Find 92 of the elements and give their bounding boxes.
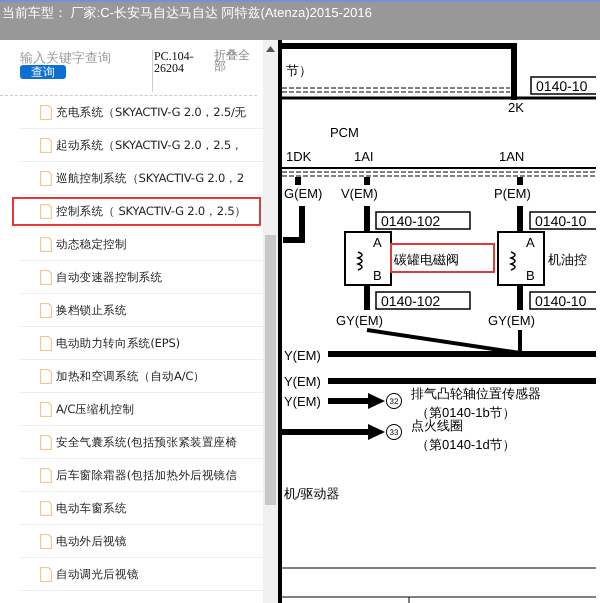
diagram-label: Y(EM)	[284, 348, 321, 363]
diagram-label: P(EM)	[494, 186, 531, 201]
solenoid-drawing	[344, 231, 392, 286]
tree-item-label: 换档锁止系统	[56, 302, 127, 318]
diagram-label: G(EM)	[284, 186, 322, 201]
diagram-label: 节）	[286, 63, 312, 78]
tree-item-label: 控制系统（ SKYACTIV-G 2.0，2.5）	[56, 204, 246, 218]
tree-item-label: 后车窗除霜器(包括加热外后视镜信	[56, 468, 238, 482]
diagram-label: GY(EM)	[488, 313, 535, 328]
document-icon	[40, 402, 52, 416]
wire	[283, 206, 305, 243]
tree-item[interactable]: 起动系统（SKYACTIV-G 2.0，2.5，	[20, 129, 263, 162]
arrow	[328, 393, 385, 409]
tree-item[interactable]: A/C压缩机控制	[20, 393, 263, 426]
tree-item[interactable]: 电动外后视镜	[20, 525, 263, 558]
document-code: PC.104-26204	[152, 50, 200, 92]
tree-item-label: 充电系统（SKYACTIV-G 2.0，2.5/无	[56, 104, 246, 120]
tree-item[interactable]: 巡航控制系统（SKYACTIV-G 2.0，2	[20, 162, 263, 195]
diagram-label: 1DK	[286, 149, 312, 164]
tree-item[interactable]: 控制系统（ SKYACTIV-G 2.0，2.5）	[10, 195, 263, 228]
connector-tag: 0140-102	[375, 291, 471, 310]
diagram-label: 排气凸轮轴位置传感器	[411, 386, 541, 401]
tree-item[interactable]: 换档锁止系统	[20, 294, 263, 327]
tree-item[interactable]: 充电系统（SKYACTIV-G 2.0，2.5/无	[20, 96, 263, 129]
diagram-label: A	[373, 235, 382, 250]
search-button[interactable]: 查询	[20, 65, 66, 79]
document-icon	[40, 236, 52, 252]
document-icon	[40, 302, 52, 318]
document-icon	[40, 534, 52, 548]
solenoid-drawing	[497, 231, 545, 286]
diagram-label: A	[526, 235, 535, 250]
connector-tag: 0140-10	[530, 76, 596, 95]
scrollbar-thumb[interactable]	[265, 235, 276, 505]
search-field[interactable]: 输入关键字查询	[20, 50, 145, 65]
window-title: 当前车型： 厂家:C-长安马自达马自达 阿特兹(Atenza)2015-2016	[2, 4, 373, 22]
diagram-label: 32	[390, 397, 398, 406]
tree-item[interactable]: 后车窗除霜器(包括加热外后视镜信	[20, 459, 263, 492]
diagram-label: 碳罐电磁阀	[394, 252, 459, 267]
diagram-label: 1AI	[354, 149, 374, 164]
scrollbar[interactable]	[263, 40, 278, 603]
tree-item-label: 加热和空调系统（自动A/C）	[56, 368, 205, 384]
connector-tag: 0140-10	[529, 211, 596, 230]
tree-item[interactable]: 自动调光后视镜	[20, 558, 263, 591]
scroll-up-icon[interactable]	[266, 46, 275, 52]
diagram-label: B	[526, 268, 535, 283]
diagram-label: B	[373, 268, 382, 283]
tree-item-label: 自动变速器控制系统	[56, 270, 162, 284]
tree-item-label: 电动助力转向系统(EPS)	[56, 336, 180, 350]
document-icon	[40, 434, 52, 450]
diagram-label: （第0140-1d节）	[416, 437, 516, 452]
diagram-label: 机油控	[548, 252, 587, 267]
diagram-label: 1AN	[499, 149, 524, 164]
diagram-label: GY(EM)	[336, 313, 383, 328]
tree-item-label: 电动车窗系统	[56, 500, 127, 516]
document-icon	[40, 368, 52, 384]
document-icon	[40, 270, 52, 284]
tree-item-label: 自动调光后视镜	[56, 566, 139, 582]
tree-item-label: 巡航控制系统（SKYACTIV-G 2.0，2	[56, 170, 244, 186]
diagram-label: V(EM)	[341, 186, 378, 201]
diagram-label: 2K	[508, 100, 524, 115]
document-icon	[40, 204, 52, 218]
diagram-label: Y(EM)	[284, 374, 321, 389]
circle-marker	[386, 424, 402, 440]
wire	[295, 177, 301, 185]
diagram-label: 机/驱动器	[284, 486, 340, 501]
document-icon	[40, 138, 52, 152]
tree-item-label: 安全气囊系统(包括预张紧装置座椅	[56, 434, 238, 450]
circle-marker	[386, 393, 402, 409]
document-icon	[40, 336, 52, 350]
tree-item[interactable]: 自动变速器控制系统	[20, 261, 263, 294]
document-icon	[40, 170, 52, 186]
collapse-all-link[interactable]: 折叠全部	[214, 50, 250, 95]
tree-item[interactable]: 加热和空调系统（自动A/C）	[20, 360, 263, 393]
tree-item[interactable]: 安全气囊系统(包括预张紧装置座椅	[20, 426, 263, 459]
diagram-label: （第0140-1b节）	[416, 405, 516, 420]
diagram-label: Y(EM)	[284, 394, 321, 409]
diagram-label: PCM	[330, 125, 359, 140]
tree-item[interactable]: 动态稳定控制	[20, 228, 263, 261]
tree-item-label: 电动外后视镜	[56, 534, 127, 548]
document-icon	[40, 566, 52, 582]
tree-item-label: A/C压缩机控制	[56, 402, 134, 416]
document-icon	[40, 104, 52, 120]
document-icon	[40, 468, 52, 482]
document-icon	[40, 500, 52, 516]
tree-item[interactable]: 电动车窗系统	[20, 492, 263, 525]
connector-tag: 0140-10	[529, 291, 596, 310]
diagram-label: 33	[390, 428, 398, 437]
tree-item-label: 动态稳定控制	[56, 236, 127, 252]
tree-item[interactable]: 电动助力转向系统(EPS)	[20, 327, 263, 360]
tree-item-label: 起动系统（SKYACTIV-G 2.0，2.5，	[56, 138, 243, 152]
diagram-label: 点火线圈	[411, 418, 463, 433]
connector-tag: 0140-102	[375, 211, 471, 230]
